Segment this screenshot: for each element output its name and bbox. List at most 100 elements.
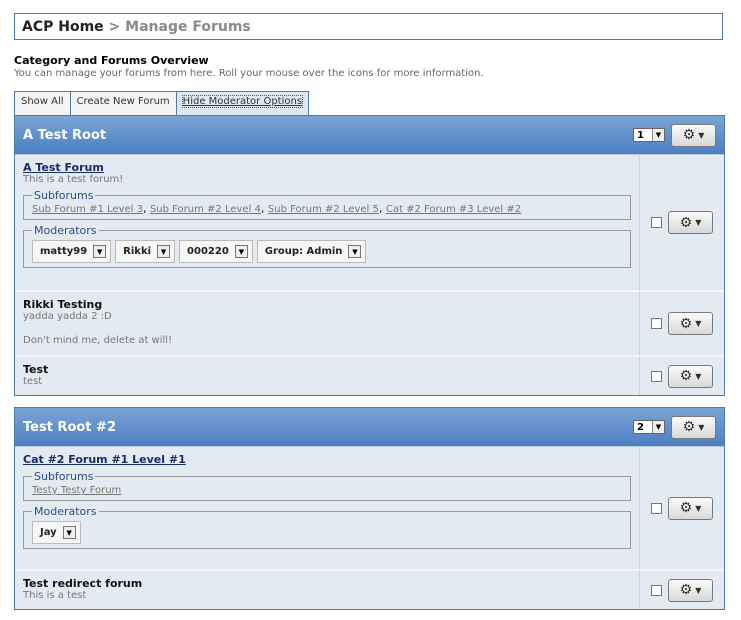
forum-title[interactable]: Rikki Testing (23, 298, 631, 311)
forum-controls: ⚙ ▼ (640, 571, 724, 609)
gear-icon: ⚙ (679, 368, 693, 384)
moderator-select[interactable]: Rikki ▼ (115, 240, 176, 263)
breadcrumb-home[interactable]: ACP Home (22, 19, 104, 35)
moderator-select[interactable]: matty99 ▼ (32, 240, 112, 263)
tab-create-new-forum[interactable]: Create New Forum (69, 91, 177, 115)
moderator-select[interactable]: 000220 ▼ (179, 240, 253, 263)
forum-row: Test test ⚙ ▼ (15, 357, 724, 395)
chevron-down-icon: ▼ (695, 319, 702, 328)
forum-controls: ⚙ ▼ (640, 447, 724, 569)
subforums-legend: Subforums (34, 470, 94, 483)
subforum-link[interactable]: Sub Forum #2 Level 5 (268, 204, 379, 215)
subforums-legend: Subforums (34, 189, 94, 202)
moderator-select[interactable]: Jay ▼ (32, 521, 81, 544)
forum-description: This is a test forum! (23, 174, 124, 185)
forum-select-checkbox[interactable] (651, 584, 662, 596)
chevron-down-icon: ▼ (698, 130, 705, 140)
chevron-down-icon: ▼ (698, 422, 705, 432)
forum-options-button[interactable]: ⚙ ▼ (668, 578, 713, 602)
breadcrumb-separator: > (108, 19, 121, 35)
tab-hide-moderator-options[interactable]: Hide Moderator Options (175, 91, 310, 115)
gear-icon: ⚙ (679, 214, 693, 231)
forum-note: Don't mind me, delete at will! (23, 335, 173, 346)
page-description: You can manage your forums from here. Ro… (14, 68, 484, 79)
forum-controls: ⚙ ▼ (640, 357, 724, 395)
chevron-down-icon: ▼ (652, 421, 664, 433)
moderators-fieldset: Moderators matty99 ▼ Rikki ▼ 000220 ▼ Group… (23, 224, 631, 268)
category-panel: Test Root #2 2 ▼ ⚙ ▼ Cat #2 Forum #1 Leve… (14, 407, 725, 610)
category-options-button[interactable]: ⚙ ▼ (671, 415, 716, 439)
tab-bar: Show All Create New Forum Hide Moderator… (14, 91, 310, 115)
chevron-down-icon: ▼ (695, 371, 702, 381)
chevron-down-icon: ▼ (652, 129, 664, 141)
category-name: A Test Root (23, 127, 107, 143)
subforum-link[interactable]: Testy Testy Forum (32, 485, 121, 496)
forum-controls: ⚙ ▼ (640, 292, 724, 355)
forum-row: Rikki Testing yadda yadda 2 :D Don't min… (15, 292, 724, 357)
forum-title-link[interactable]: Cat #2 Forum #1 Level #1 (23, 453, 186, 466)
subforum-link[interactable]: Sub Forum #2 Level 4 (150, 204, 261, 215)
forum-row: Cat #2 Forum #1 Level #1 Subforums Testy… (15, 447, 724, 571)
forum-options-button[interactable]: ⚙ ▼ (668, 496, 713, 520)
forum-cell: Test test (15, 357, 640, 395)
chevron-down-icon: ▼ (234, 245, 248, 258)
page-title: Category and Forums Overview (14, 54, 209, 67)
forum-row: Test redirect forum This is a test ⚙ ▼ (15, 571, 724, 609)
gear-icon: ⚙ (679, 582, 693, 598)
forum-title[interactable]: Test redirect forum (23, 577, 631, 590)
category-order-select[interactable]: 1 ▼ (633, 128, 665, 142)
forum-cell: A Test Forum This is a test forum! Subfo… (15, 155, 640, 290)
subforum-links: Testy Testy Forum (32, 483, 622, 496)
moderator-name: matty99 (40, 246, 88, 257)
chevron-down-icon: ▼ (348, 245, 362, 258)
forum-options-button[interactable]: ⚙ ▼ (668, 312, 713, 335)
category-options-button[interactable]: ⚙ ▼ (671, 123, 716, 147)
chevron-down-icon: ▼ (695, 218, 702, 227)
subforum-links: Sub Forum #1 Level 3, Sub Forum #2 Level… (32, 202, 522, 215)
moderator-list: Jay ▼ (32, 518, 622, 548)
subforums-fieldset: Subforums Sub Forum #1 Level 3, Sub Foru… (23, 189, 631, 220)
moderator-name: Group: Admin (264, 246, 343, 257)
forum-description: This is a test (23, 590, 87, 601)
forum-options-button[interactable]: ⚙ ▼ (668, 211, 713, 234)
forum-row: A Test Forum This is a test forum! Subfo… (15, 155, 724, 292)
category-header: Test Root #2 2 ▼ ⚙ ▼ (15, 408, 724, 447)
forum-select-checkbox[interactable] (651, 318, 662, 329)
forum-title-link[interactable]: A Test Forum (23, 161, 104, 174)
chevron-down-icon: ▼ (695, 585, 702, 595)
forum-options-button[interactable]: ⚙ ▼ (668, 364, 713, 388)
chevron-down-icon: ▼ (93, 245, 107, 258)
forum-cell: Test redirect forum This is a test (15, 571, 640, 609)
forum-select-checkbox[interactable] (651, 370, 662, 382)
forum-title[interactable]: Test (23, 363, 631, 376)
forum-description: yadda yadda 2 :D (23, 311, 112, 322)
moderator-name: Rikki (123, 246, 152, 257)
subforum-link[interactable]: Sub Forum #1 Level 3 (32, 204, 143, 215)
tab-show-all[interactable]: Show All (14, 91, 71, 115)
moderators-legend: Moderators (34, 224, 97, 237)
forum-cell: Rikki Testing yadda yadda 2 :D Don't min… (15, 292, 640, 355)
category-header: A Test Root 1 ▼ ⚙ ▼ (15, 116, 724, 155)
forum-controls: ⚙ ▼ (640, 155, 724, 290)
breadcrumb-current: Manage Forums (125, 19, 251, 35)
tab-hide-moderator-options-label: Hide Moderator Options (181, 95, 304, 108)
gear-icon: ⚙ (679, 500, 693, 516)
gear-icon: ⚙ (682, 419, 696, 435)
category-order-value: 2 (637, 421, 644, 433)
category-order-select[interactable]: 2 ▼ (633, 420, 665, 434)
subforum-link[interactable]: Cat #2 Forum #3 Level #2 (386, 204, 521, 215)
overview: Category and Forums Overview You can man… (14, 54, 723, 79)
moderator-name: 000220 (187, 246, 229, 257)
forum-select-checkbox[interactable] (651, 217, 662, 228)
moderators-fieldset: Moderators Jay ▼ (23, 505, 631, 549)
forum-select-checkbox[interactable] (651, 502, 662, 514)
gear-icon: ⚙ (682, 127, 696, 143)
gear-icon: ⚙ (679, 315, 693, 332)
chevron-down-icon: ▼ (695, 503, 702, 513)
chevron-down-icon: ▼ (157, 245, 171, 258)
breadcrumb: ACP Home > Manage Forums (14, 13, 723, 40)
forum-description: test (23, 376, 43, 387)
moderator-list: matty99 ▼ Rikki ▼ 000220 ▼ Group: Admin ▼ (32, 237, 622, 267)
moderator-select[interactable]: Group: Admin ▼ (256, 240, 367, 263)
moderator-name: Jay (40, 527, 57, 538)
